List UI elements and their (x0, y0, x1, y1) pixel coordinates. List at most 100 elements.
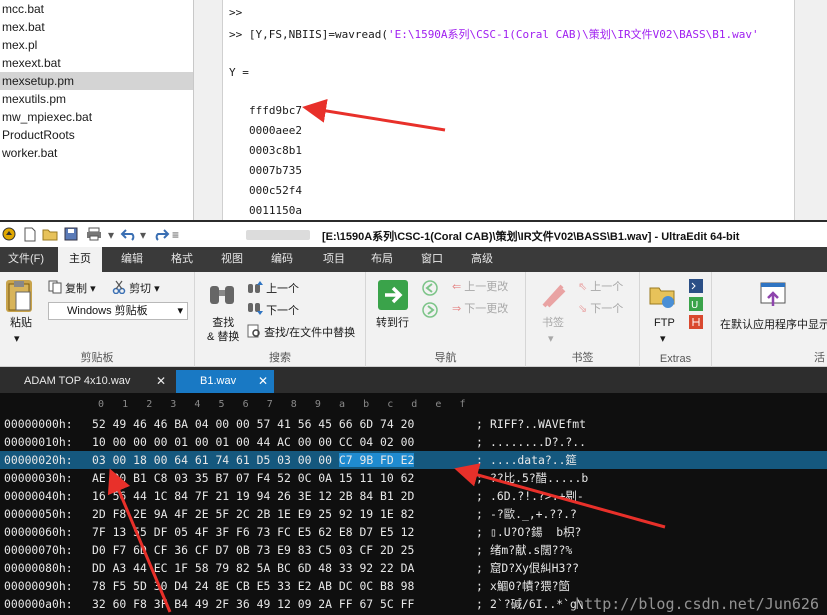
hex-row[interactable]: 00000030h: AE 00 B1 C8 03 35 B7 07 F4 52 … (0, 469, 827, 487)
hex-separator: ; (476, 579, 483, 593)
hex-row[interactable]: 00000070h: D0 F7 6D CF 36 CF D7 0B 73 E9 … (0, 541, 827, 559)
find-in-files-button[interactable]: 查找/在文件中替换 (247, 324, 355, 342)
close-icon[interactable]: ✕ (258, 370, 268, 393)
clipboard-select[interactable]: Windows 剪贴板 ▾ (48, 302, 188, 320)
hex-row[interactable]: 00000080h: DD A3 44 EC 1F 58 79 82 5A BC … (0, 559, 827, 577)
menu-tab[interactable]: 布局 (360, 247, 404, 272)
ftp-icon[interactable] (648, 280, 678, 310)
dropdown-icon[interactable]: ▾ (108, 227, 114, 243)
hex-row[interactable]: 00000000h: 52 49 46 46 BA 04 00 00 57 41 … (0, 415, 827, 433)
file-item[interactable]: mexsetup.pm (0, 72, 193, 90)
file-item[interactable]: mexext.bat (0, 54, 193, 72)
menu-tab[interactable]: 项目 (312, 247, 356, 272)
open-default-group-label: 活 (814, 352, 825, 364)
menu-tab[interactable]: 编辑 (110, 247, 154, 272)
next-change-button[interactable]: ⇒ 下一更改 (452, 302, 508, 316)
doc-tab-adam-top[interactable]: ADAM TOP 4x10.wav ✕ (4, 370, 172, 393)
hex-bytes: D0 F7 6D CF 36 CF D7 0B 73 E9 83 C5 03 C… (92, 543, 415, 557)
ultraedit-window: ▾ ▾ ≡ [E:\1590A系列\CSC-1(Coral CAB)\策划\IR… (0, 220, 827, 615)
output-value: 0007b735 (249, 164, 302, 177)
open-folder-icon[interactable] (42, 227, 58, 243)
new-file-icon[interactable] (24, 227, 36, 243)
command-line: >> [Y,FS,NBIIS]=wavread('E:\1590A系列\CSC-… (229, 26, 759, 42)
menu-tab[interactable]: 格式 (160, 247, 204, 272)
find-replace-button[interactable]: 查找 & 替换 (207, 316, 239, 344)
clipboard-select-value: Windows 剪贴板 (67, 305, 148, 317)
hex-editor[interactable]: 0 1 2 3 4 5 6 7 8 9 a b c d e f 00000000h: 52 49 46 46 B… (0, 393, 827, 615)
ruler-tick: e (435, 399, 442, 410)
hex-row[interactable]: 00000040h: 16 56 44 1C 84 7F 21 19 94 26 … (0, 487, 827, 505)
ftp-dropdown-icon[interactable]: ▾ (660, 332, 666, 346)
copy-label: 复制 (65, 282, 88, 295)
file-item[interactable]: mcc.bat (0, 0, 193, 18)
hex-row[interactable]: 00000050h: 2D F8 2E 9A 4F 2E 5F 2C 2B 1E … (0, 505, 827, 523)
goto-line-icon[interactable] (378, 280, 408, 310)
next-change-label: 下一更改 (464, 303, 509, 315)
file-item[interactable]: mex.pl (0, 36, 193, 54)
copy-button[interactable]: 复制 ▾ (48, 280, 96, 298)
document-tabs: ADAM TOP 4x10.wav ✕ B1.wav ✕ (0, 367, 827, 393)
file-item[interactable]: mexutils.pm (0, 90, 193, 108)
doc-tab-b1[interactable]: B1.wav ✕ (176, 370, 274, 393)
menu-tab[interactable]: 文件(F) (2, 247, 50, 272)
ribbon: 粘贴 ▾ 复制 ▾ 剪切 ▾ Windows 剪贴板 ▾ 剪贴板 查找 & 替换 (0, 272, 827, 367)
ruler-tick: 3 (170, 399, 177, 410)
scrollbar[interactable] (794, 0, 827, 220)
nav-back-icon[interactable] (422, 280, 438, 300)
menu-tab[interactable]: 视图 (210, 247, 254, 272)
bookmark-button[interactable]: 书签 (542, 316, 564, 330)
next-bookmark-button[interactable]: ⇘ 下一个 (578, 302, 623, 316)
menu-tab[interactable]: 窗口 (410, 247, 454, 272)
menu-tab[interactable]: 高级 (460, 247, 504, 272)
file-item[interactable]: mw_mpiexec.bat (0, 108, 193, 126)
search-group-label: 搜索 (269, 352, 291, 364)
prev-bookmark-label: 上一个 (590, 281, 624, 293)
hex-separator: ; (476, 489, 483, 503)
navigation-group: 转到行 ⇐ 上一更改 ⇒ 下一更改 导航 (366, 272, 526, 367)
hex-row[interactable]: 00000020h: 03 00 18 00 64 61 74 61 D5 03 … (0, 451, 827, 469)
command-window[interactable]: >> >> [Y,FS,NBIIS]=wavread('E:\1590A系列\C… (222, 0, 794, 220)
customize-icon[interactable]: ≡ (172, 227, 179, 243)
file-item[interactable]: ProductRoots (0, 126, 193, 144)
bookmark-icon[interactable] (538, 280, 568, 310)
hex-separator: ; (476, 417, 483, 431)
hex-tool-icon[interactable]: U (688, 296, 704, 316)
menu-tab[interactable]: 主页 (58, 247, 102, 272)
open-default-button[interactable]: 在默认应用程序中显示 (720, 318, 827, 332)
close-icon[interactable]: ✕ (156, 370, 166, 393)
prev-change-button[interactable]: ⇐ 上一更改 (452, 280, 508, 294)
find-prev-button[interactable]: 上一个 (247, 280, 299, 298)
nav-forward-icon[interactable] (422, 302, 438, 322)
bookmark-dropdown-icon[interactable]: ▾ (548, 332, 554, 346)
find-prev-label: 上一个 (266, 282, 300, 295)
hex-address: 00000090h: (4, 579, 73, 593)
prev-bookmark-button[interactable]: ⇖ 上一个 (578, 280, 623, 294)
paste-dropdown-icon[interactable]: ▾ (14, 332, 20, 346)
cut-button[interactable]: 剪切 ▾ (112, 280, 160, 298)
menu-tab[interactable]: 编码 (260, 247, 304, 272)
undo-icon[interactable] (120, 227, 138, 243)
hex-ascii: 窟D?Xy佷糾H3?? (490, 561, 580, 575)
find-next-button[interactable]: 下一个 (247, 302, 299, 320)
goto-line-button[interactable]: 转到行 (376, 316, 409, 330)
bookmarks-group: 书签 ▾ ⇖ 上一个 ⇘ 下一个 书签 (526, 272, 640, 367)
save-icon[interactable] (64, 227, 78, 243)
merge-tool-icon[interactable] (688, 314, 704, 334)
hex-row[interactable]: 00000010h: 10 00 00 00 01 00 01 00 44 AC … (0, 433, 827, 451)
output-value: fffd9bc7 (249, 104, 302, 117)
hex-row[interactable]: 00000060h: 7F 13 55 DF 05 4F 3F F6 73 FC … (0, 523, 827, 541)
open-default-icon[interactable] (758, 280, 788, 310)
terminal-icon[interactable] (688, 278, 704, 298)
file-item[interactable]: worker.bat (0, 144, 193, 162)
file-item[interactable]: mex.bat (0, 18, 193, 36)
print-icon[interactable] (86, 227, 102, 243)
binoculars-icon[interactable] (207, 280, 237, 310)
hex-separator: ; (476, 435, 483, 449)
paste-icon[interactable] (6, 280, 32, 312)
hex-row[interactable]: 00000090h: 78 F5 5D 30 D4 24 8E CB E5 33 … (0, 577, 827, 595)
undo-dropdown-icon[interactable]: ▾ (140, 227, 146, 243)
redo-icon[interactable] (152, 227, 170, 243)
ftp-button[interactable]: FTP (654, 316, 675, 330)
clipboard-group-label: 剪贴板 (80, 352, 114, 364)
paste-button[interactable]: 粘贴 (10, 316, 32, 330)
